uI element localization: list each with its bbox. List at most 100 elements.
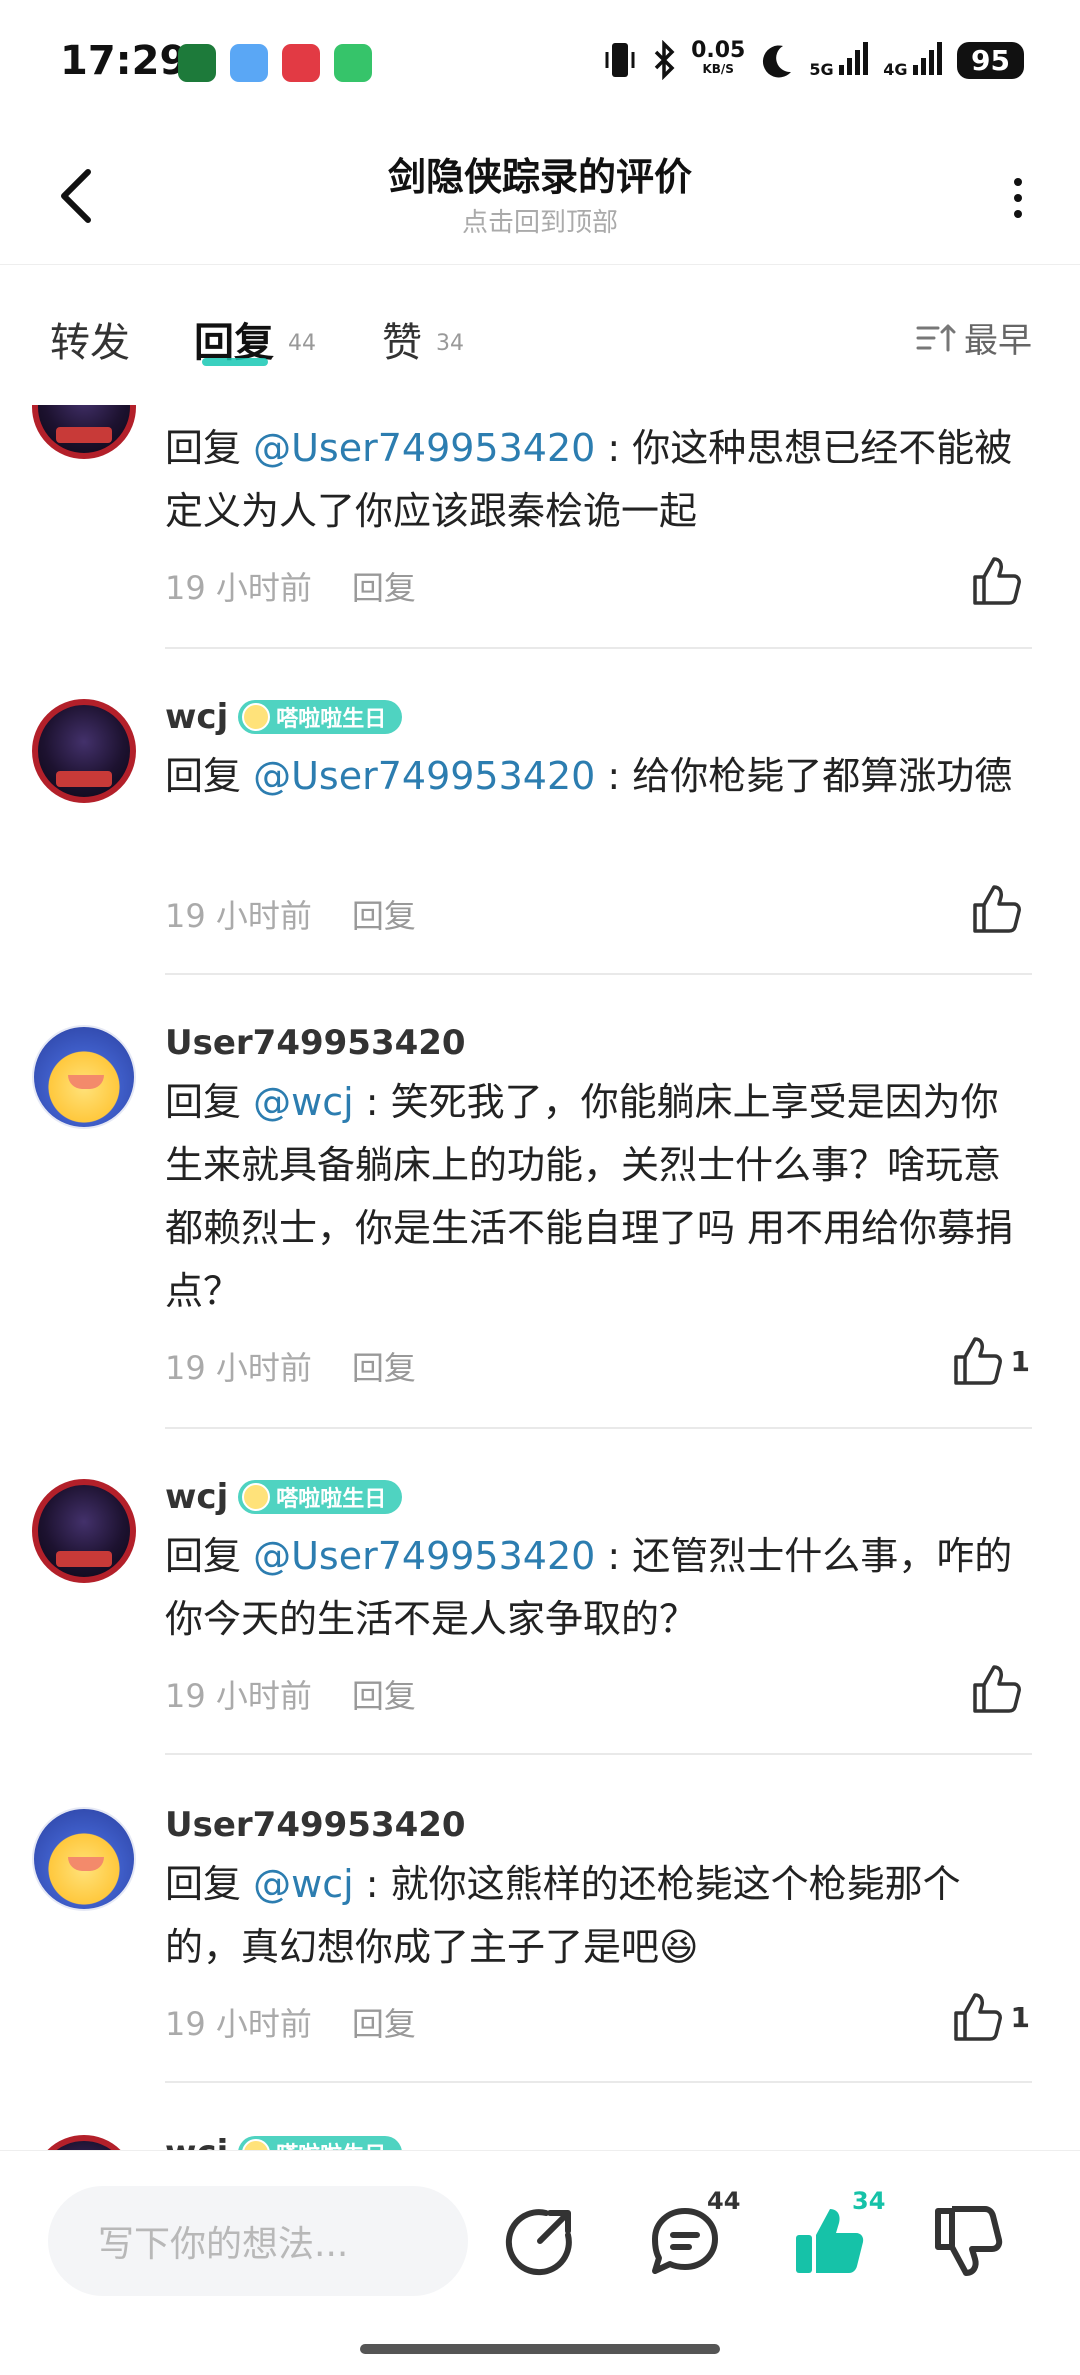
comment-text: 回复 @User749953420 : 还管烈士什么事，咋的你今天的生活不是人家… <box>165 1534 1013 1641</box>
mention-link[interactable]: @wcj <box>253 1862 354 1906</box>
signal-5g-label: 5G <box>809 60 834 79</box>
reply-button[interactable]: 回复 <box>352 1999 416 2045</box>
tab-repost[interactable]: 转发 <box>50 310 130 368</box>
reply-button[interactable]: 回复 <box>352 891 416 937</box>
more-dot <box>1014 194 1022 202</box>
avatar[interactable] <box>32 1479 136 1583</box>
reply-button[interactable]: 回复 <box>352 1671 416 1717</box>
username-text: wcj <box>165 1477 229 1517</box>
more-dot <box>1014 210 1022 218</box>
like-button[interactable]: 1 <box>949 1335 1030 1387</box>
badge-avatar-icon <box>242 1483 271 1511</box>
avatar[interactable] <box>32 1025 136 1129</box>
comment-time: 19 小时前 <box>165 897 312 935</box>
status-indicators: 0.05 KB/S 5G 4G 95 <box>603 40 1024 80</box>
like-button[interactable] <box>968 1663 1030 1715</box>
tab-bar: 转发 回复 44 赞 34 最早 <box>0 265 1080 405</box>
comment-time: 19 小时前 <box>165 2005 312 2043</box>
divider <box>165 647 1032 649</box>
reply-button[interactable]: 回复 <box>352 563 416 609</box>
signal-4g-label: 4G <box>883 60 908 79</box>
username-text: User749953420 <box>165 1023 466 1063</box>
scroll-to-top-hint[interactable]: 点击回到顶部 <box>0 202 1080 239</box>
network-speed: 0.05 KB/S <box>691 40 745 78</box>
user-badge[interactable]: 嗒啦啦生日 <box>238 1480 403 1514</box>
reply-prefix: 回复 <box>165 426 242 470</box>
comment-meta: 19 小时前 回复 <box>165 563 416 609</box>
like-button[interactable]: 1 <box>949 1991 1030 2043</box>
avatar[interactable] <box>32 1807 136 1911</box>
share-button[interactable] <box>500 2201 580 2281</box>
page-title[interactable]: 剑隐侠踪录的评价 <box>0 146 1080 201</box>
tab-likes-label: 赞 <box>382 320 422 366</box>
badge-avatar-icon <box>242 2139 271 2150</box>
avatar[interactable] <box>32 699 136 803</box>
more-dot <box>1014 178 1022 186</box>
like-count: 1 <box>1010 2000 1030 2034</box>
divider <box>165 973 1032 975</box>
signal-bars-icon <box>839 42 869 75</box>
status-time: 17:29 <box>60 38 188 84</box>
badge-label: 嗒啦啦生日 <box>276 1487 387 1512</box>
mention-link[interactable]: @User749953420 <box>253 426 595 470</box>
signal-4g: 4G <box>883 41 943 79</box>
vibrate-icon <box>605 43 635 77</box>
comment-meta: 19 小时前 回复 <box>165 1671 416 1717</box>
mention-link[interactable]: @User749953420 <box>253 754 595 798</box>
divider <box>165 2081 1032 2083</box>
notification-icons <box>178 44 372 82</box>
badge-avatar-icon <box>242 703 271 731</box>
reply-prefix: 回复 <box>165 1862 242 1906</box>
comment-meta: 19 小时前 回复 <box>165 1999 416 2045</box>
user-badge[interactable]: 嗒啦啦生日 <box>238 2136 403 2150</box>
weather-icon <box>230 44 268 82</box>
comment-list[interactable]: 回复 @User749953420 : 你这种思想已经不能被定义为人了你应该跟秦… <box>0 405 1080 2150</box>
comment-input[interactable]: 写下你的想法... <box>48 2186 468 2296</box>
like-post-button[interactable]: 34 <box>790 2187 885 2281</box>
avatar[interactable] <box>32 405 136 459</box>
sort-button[interactable]: 最早 <box>916 313 1032 362</box>
tab-repost-label: 转发 <box>50 320 130 366</box>
username[interactable]: wcj 嗒啦啦生日 <box>165 2133 403 2150</box>
signal-bars-icon <box>913 42 943 75</box>
username[interactable]: wcj 嗒啦啦生日 <box>165 1477 403 1517</box>
user-badge[interactable]: 嗒啦啦生日 <box>238 700 403 734</box>
like-count: 1 <box>1010 1344 1030 1378</box>
home-indicator[interactable] <box>360 2344 720 2354</box>
comment-count: 44 <box>707 2187 741 2215</box>
divider <box>165 1753 1032 1755</box>
bottom-action-bar: 写下你的想法... 44 34 <box>0 2150 1080 2375</box>
signal-5g: 5G <box>809 41 869 79</box>
reply-prefix: 回复 <box>165 754 242 798</box>
battery-saver-icon <box>334 44 372 82</box>
comment-time: 19 小时前 <box>165 569 312 607</box>
more-options-button[interactable] <box>996 168 1040 228</box>
comment-time: 19 小时前 <box>165 1349 312 1387</box>
username[interactable]: User749953420 <box>165 1805 466 1845</box>
thumbs-up-icon <box>973 557 1021 605</box>
username[interactable]: wcj 嗒啦啦生日 <box>165 697 403 737</box>
thumbs-down-icon <box>935 2206 1003 2276</box>
tab-replies-count: 44 <box>288 331 316 356</box>
avatar[interactable] <box>32 2135 136 2150</box>
active-tab-indicator <box>202 358 268 366</box>
reply-prefix: 回复 <box>165 1534 242 1578</box>
thumbs-up-icon <box>973 1665 1021 1713</box>
badge-label: 嗒啦啦生日 <box>276 2137 386 2150</box>
like-button[interactable] <box>968 555 1030 607</box>
comment-meta: 19 小时前 回复 <box>165 1343 416 1389</box>
tab-likes[interactable]: 赞 34 <box>382 310 464 368</box>
tab-likes-count: 34 <box>436 331 464 356</box>
share-icon <box>505 2209 572 2276</box>
like-button[interactable] <box>968 883 1030 935</box>
sort-label: 最早 <box>964 321 1032 361</box>
username-text: wcj <box>165 697 229 737</box>
mention-link[interactable]: @wcj <box>253 1080 354 1124</box>
dislike-button[interactable] <box>930 2201 1010 2281</box>
app-notification-icon <box>282 44 320 82</box>
reply-prefix: 回复 <box>165 1080 242 1124</box>
comments-button[interactable]: 44 <box>645 2187 740 2281</box>
username[interactable]: User749953420 <box>165 1023 466 1063</box>
reply-button[interactable]: 回复 <box>352 1343 416 1389</box>
mention-link[interactable]: @User749953420 <box>253 1534 595 1578</box>
